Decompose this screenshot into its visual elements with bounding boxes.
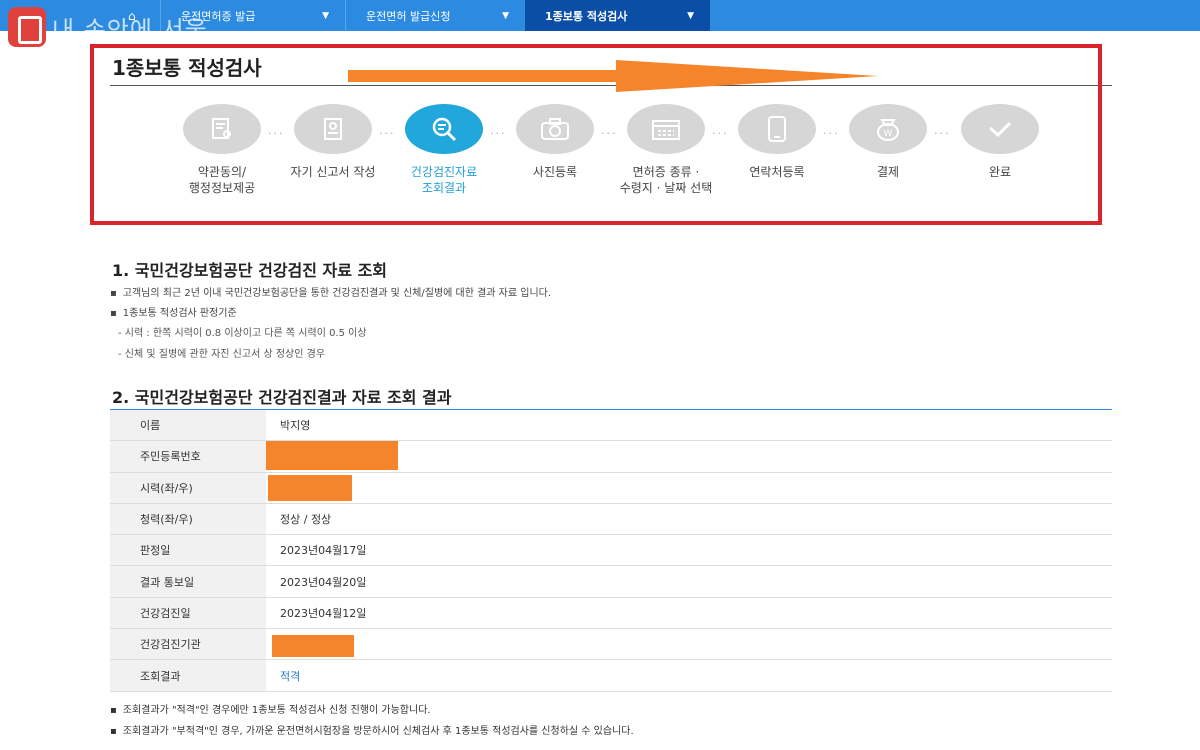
section-title: 1. 국민건강보험공단 건강검진 자료 조회 (112, 261, 388, 280)
app-logo[interactable]: 내 손안에 서울 (8, 6, 208, 48)
info-bullet-text: 1종보통 적성검사 판정기준 (122, 308, 237, 319)
chevron-down-icon: ▼ (687, 11, 694, 21)
table-row: 청력(좌/우) 정상 / 정상 (110, 503, 1112, 536)
table-row: 시력(좌/우) (110, 472, 1112, 504)
nav-tab-aptitude-test[interactable]: 1종보통 적성검사 ▼ (525, 0, 710, 31)
app-logo-text: 내 손안에 서울 (52, 15, 208, 44)
row-value: 2023년04월12일 (280, 606, 367, 620)
info-bullet: ▪ 1종보통 적성검사 판정기준 (110, 308, 237, 319)
result-status-value: 적격 (280, 669, 301, 683)
notice-text: 조회결과가 "부적격"인 경우, 가까운 운전면허시험장을 방문하시어 신체검사… (122, 726, 634, 737)
info-bullet-text: 고객님의 최근 2년 이내 국민건강보험공단을 통한 건강검진결과 및 신체/질… (122, 288, 552, 299)
redaction-block (268, 474, 352, 501)
section-title: 2. 국민건강보험공단 건강검진결과 자료 조회 결과 (112, 388, 452, 407)
table-row: 결과 통보일 2023년04월20일 (110, 566, 1112, 598)
row-label: 주민등록번호 (110, 441, 266, 472)
nav-tab-label: 1종보통 적성검사 (545, 9, 628, 23)
criteria-item: - 신체 및 질병에 관한 자진 신고서 상 정상인 경우 (118, 349, 326, 360)
row-label: 판정일 (110, 535, 266, 566)
row-label: 조회결과 (110, 660, 266, 691)
page-root: 내 손안에 서울 ⌂ 운전면허증 발급 ▼ 운전면허 발급신청 ▼ 1종보통 적… (0, 0, 1200, 750)
criteria-item: - 시력 : 한쪽 시력이 0.8 이상이고 다른 쪽 시력이 0.5 이상 (118, 328, 367, 339)
app-logo-icon (8, 7, 46, 47)
chevron-down-icon: ▼ (322, 11, 329, 21)
row-value: 2023년04월17일 (280, 544, 367, 558)
row-label: 청력(좌/우) (110, 503, 266, 535)
row-label: 결과 통보일 (110, 566, 266, 597)
info-bullet: ▪ 고객님의 최근 2년 이내 국민건강보험공단을 통한 건강검진결과 및 신체/… (110, 288, 552, 299)
result-table: 이름 박지영 주민등록번호 시력(좌/우) 청력(좌/우) 정상 / 정상 판정… (110, 409, 1112, 692)
row-value: 박지영 (280, 419, 311, 433)
notice-item: ▪ 조회결과가 "적격"인 경우에만 1종보통 적성검사 신청 진행이 가능합니다… (110, 705, 431, 716)
row-value (266, 473, 352, 503)
table-row: 조회결과 적격 (110, 660, 1112, 692)
row-label: 시력(좌/우) (110, 472, 266, 503)
row-label: 건강검진기관 (110, 629, 266, 660)
table-row: 주민등록번호 (110, 441, 1112, 473)
notice-item: ▪ 조회결과가 "부적격"인 경우, 가까운 운전면허시험장을 방문하시어 신체검… (110, 726, 634, 737)
table-row: 건강검진기관 (110, 629, 1112, 661)
row-label: 건강검진일 (110, 597, 266, 629)
row-value (266, 441, 398, 471)
row-value (266, 629, 354, 659)
redaction-block (266, 441, 398, 471)
row-label: 이름 (110, 410, 266, 441)
nav-tab-label: 운전면허 발급신청 (366, 9, 451, 23)
notice-text: 조회결과가 "적격"인 경우에만 1종보통 적성검사 신청 진행이 가능합니다. (122, 705, 431, 716)
table-row: 판정일 2023년04월17일 (110, 535, 1112, 567)
row-value: 2023년04월20일 (280, 575, 367, 589)
redaction-block (272, 635, 354, 658)
chevron-down-icon: ▼ (502, 11, 509, 21)
nav-tab-license-apply[interactable]: 운전면허 발급신청 ▼ (345, 0, 525, 31)
row-value: 정상 / 정상 (280, 513, 332, 527)
table-row: 이름 박지영 (110, 410, 1112, 442)
highlight-box (90, 44, 1102, 225)
table-row: 건강검진일 2023년04월12일 (110, 597, 1112, 630)
